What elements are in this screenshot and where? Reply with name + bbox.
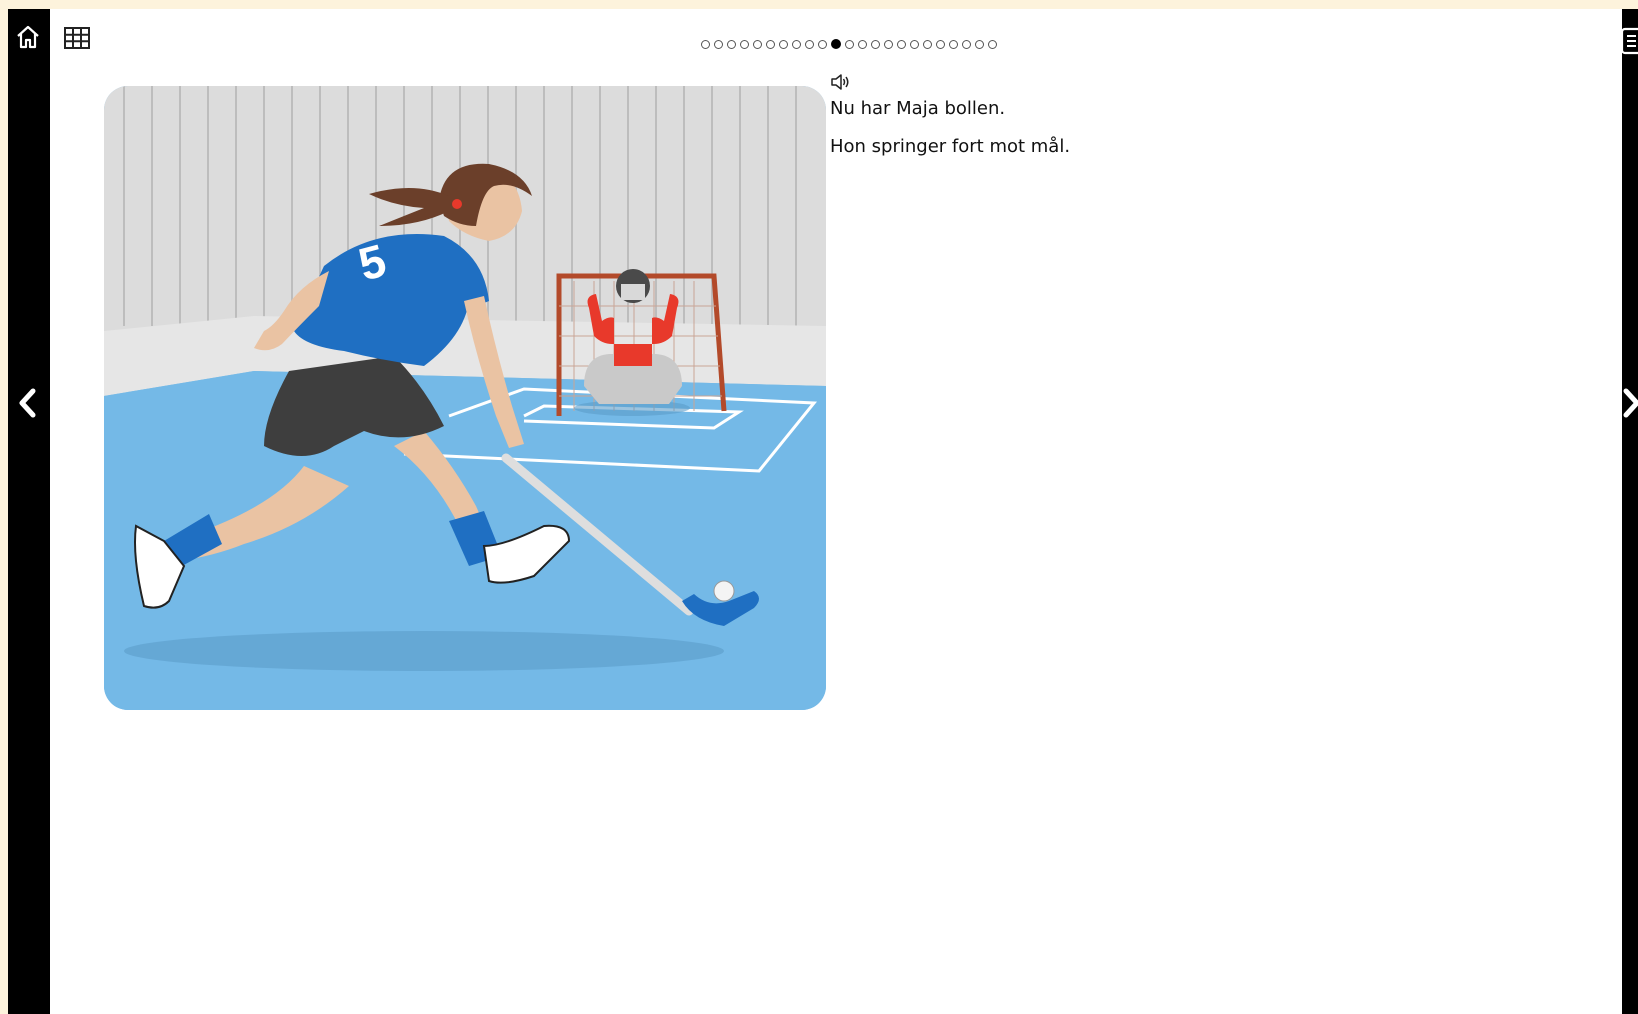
page-dot[interactable] [779,39,788,49]
page-dot[interactable] [923,39,932,49]
grid-icon [64,27,90,49]
speaker-icon[interactable] [830,73,850,91]
story-illustration: 5 [104,86,826,710]
home-icon [17,25,39,49]
page-dot[interactable] [766,39,775,49]
page-dot[interactable] [714,39,723,49]
page-dot[interactable] [884,39,893,49]
chevron-left-icon [19,388,36,418]
page-dot[interactable] [805,39,814,49]
next-page-button[interactable] [1620,381,1638,425]
story-text: Nu har Maja bollen. Hon springer fort mo… [830,73,1530,173]
page-dot[interactable] [831,39,841,49]
page-dot[interactable] [740,39,749,49]
page-dot[interactable] [975,39,984,49]
page-dot[interactable] [727,39,736,49]
page-dot[interactable] [897,39,906,49]
page-dot[interactable] [701,39,710,49]
page-dot[interactable] [753,39,762,49]
menu-button[interactable] [1620,25,1638,57]
page-dot[interactable] [792,39,801,49]
page-dot[interactable] [818,39,827,49]
grid-view-button[interactable] [62,23,92,53]
story-line-1: Nu har Maja bollen. [830,98,1006,119]
floorball-scene: 5 [104,86,826,710]
page-dot[interactable] [858,39,867,49]
page-dot[interactable] [988,39,997,49]
previous-page-button[interactable] [12,381,44,425]
page-dot[interactable] [936,39,945,49]
book-frame: 5 Nu har Maja bollen. Hon springer fort … [8,9,1638,1014]
book-page: 5 Nu har Maja bollen. Hon springer fort … [50,9,1622,1014]
document-icon [1620,27,1638,55]
page-dot[interactable] [871,39,880,49]
page-dot[interactable] [845,39,854,49]
page-dot[interactable] [910,39,919,49]
home-button[interactable] [12,21,44,53]
page-dot[interactable] [949,39,958,49]
page-indicator [701,39,997,49]
page-dot[interactable] [962,39,971,49]
chevron-right-icon [1623,388,1638,418]
story-line-2: Hon springer fort mot mål. [830,136,1071,157]
